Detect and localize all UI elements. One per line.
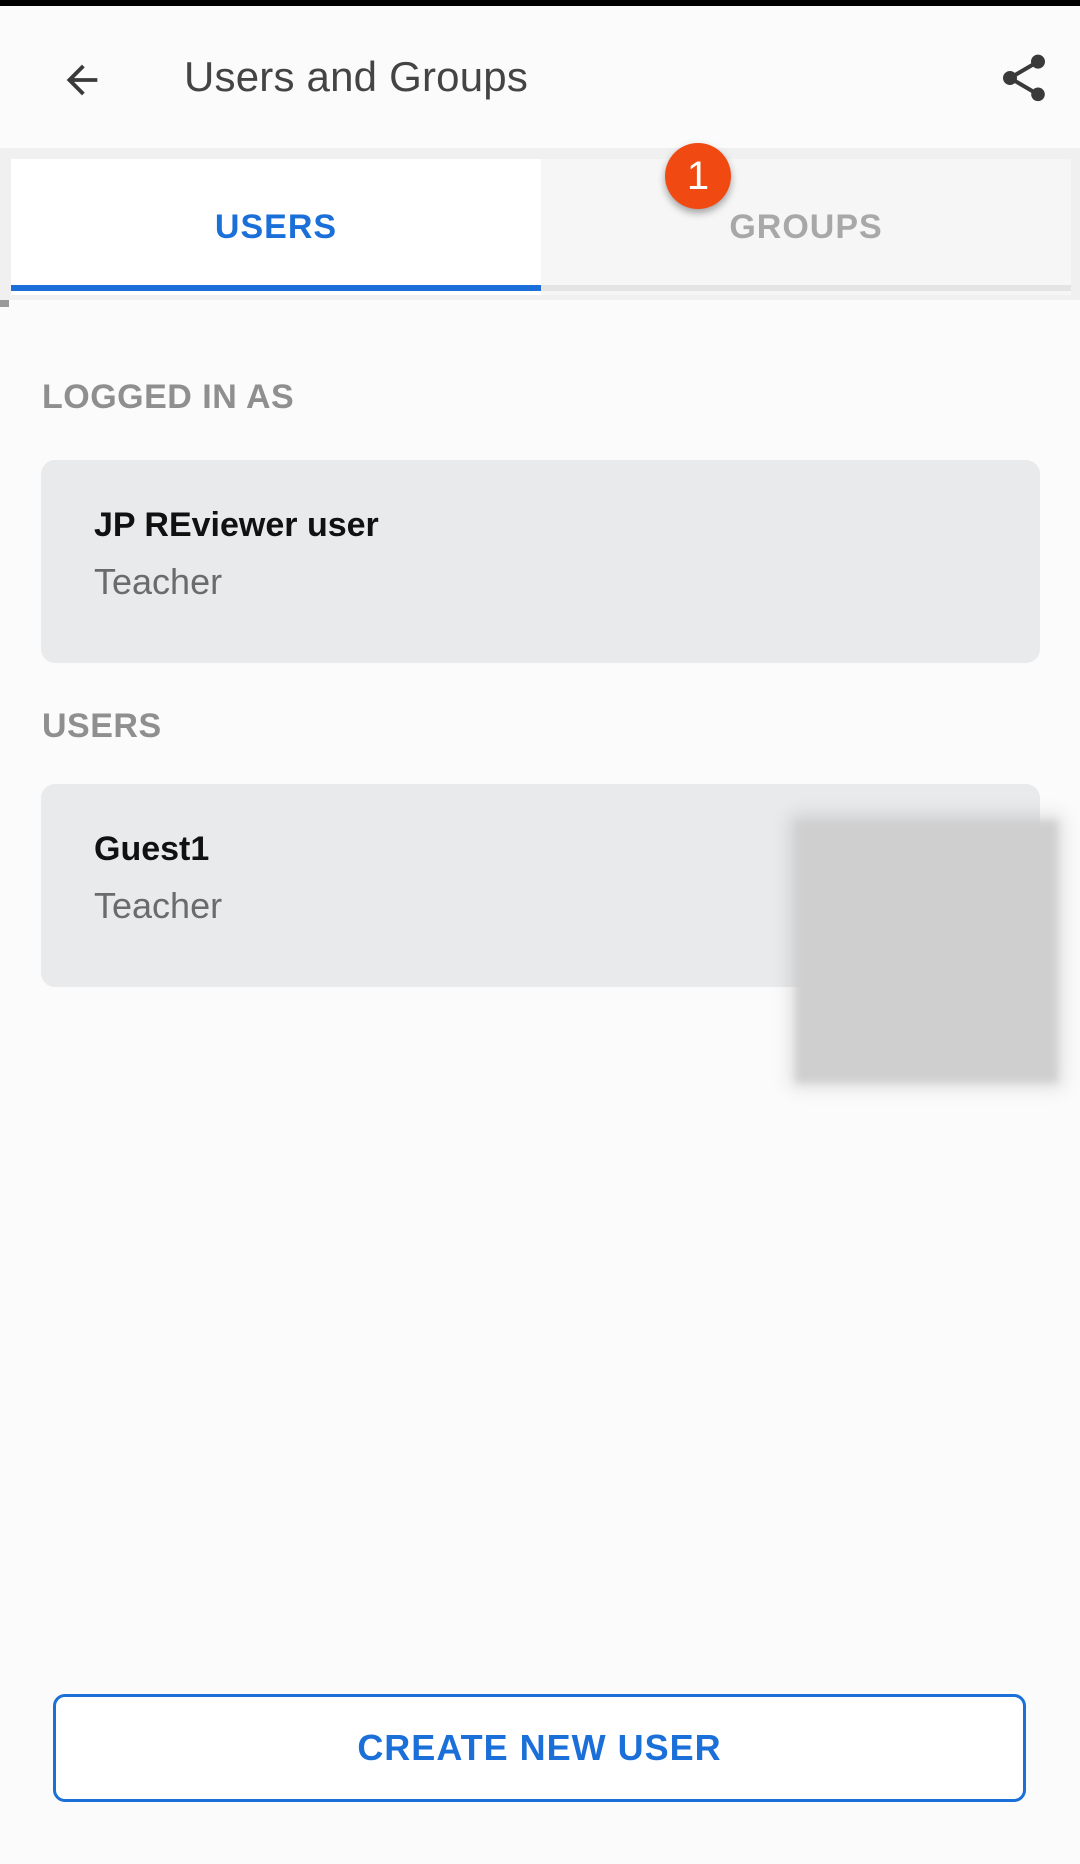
back-button[interactable] [48, 46, 116, 114]
tab-selected-indicator [11, 285, 541, 291]
logged-in-user-role: Teacher [94, 561, 223, 602]
logged-in-user-name: JP REviewer user [94, 506, 379, 544]
blurred-overlay [795, 820, 1058, 1083]
user-role: Teacher [94, 885, 223, 926]
logged-in-section-label: LOGGED IN AS [42, 378, 295, 416]
tab-groups-label: GROUPS [729, 207, 883, 246]
users-section-label: USERS [42, 707, 162, 745]
share-button[interactable] [990, 42, 1058, 114]
badge-count: 1 [686, 153, 710, 198]
tab-bar: USERS GROUPS [0, 148, 1080, 307]
share-icon [1003, 54, 1045, 102]
logged-in-user-card[interactable]: JP REviewer user Teacher [41, 460, 1040, 663]
notification-badge: 1 [665, 143, 731, 209]
user-name: Guest1 [94, 830, 210, 868]
page-title: Users and Groups [184, 53, 529, 100]
app-bar: Users and Groups [0, 6, 1080, 148]
create-new-user-button[interactable]: CREATE NEW USER [53, 1694, 1026, 1802]
arrow-back-icon [66, 64, 98, 96]
tab-groups[interactable]: GROUPS [541, 159, 1071, 295]
tab-users[interactable]: USERS [11, 159, 541, 295]
tab-users-label: USERS [214, 207, 338, 246]
tab-underline [541, 285, 1071, 291]
create-new-user-label: CREATE NEW USER [357, 1727, 722, 1768]
tab-edge-mark [0, 300, 9, 307]
